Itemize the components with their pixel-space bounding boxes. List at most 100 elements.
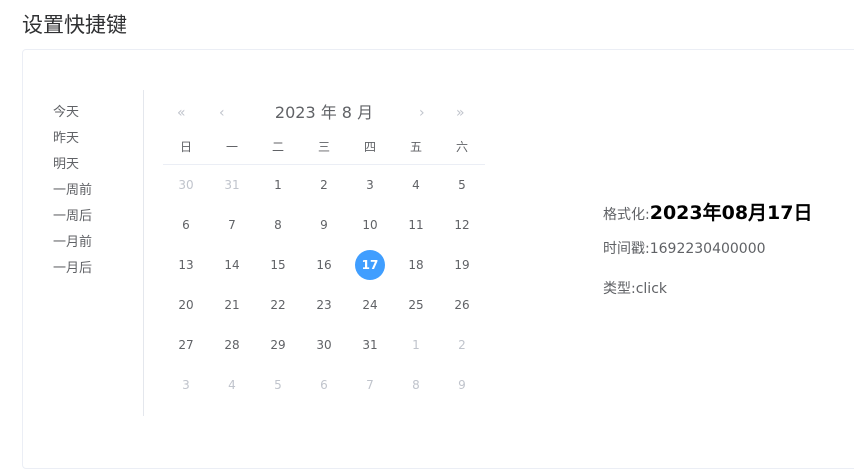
day-number: 11 (408, 218, 424, 232)
day-number: 31 (224, 178, 240, 192)
day-number: 29 (270, 338, 286, 352)
day-number: 3 (366, 178, 374, 192)
calendar-day[interactable]: 30 (163, 165, 209, 205)
shortcut-item[interactable]: 今天 (53, 100, 143, 126)
calendar-day[interactable]: 3 (163, 365, 209, 405)
calendar-day[interactable]: 9 (439, 365, 485, 405)
datepicker-panel: 今天 昨天 明天 一周前 一周后 一月前 一月后 « ‹ 2023 年 8 月 › » 日一… (22, 49, 854, 469)
calendar-day[interactable]: 2 (439, 325, 485, 365)
calendar-day[interactable]: 18 (393, 245, 439, 285)
calendar-day[interactable]: 27 (163, 325, 209, 365)
calendar-day[interactable]: 2 (301, 165, 347, 205)
result-info: 格式化: 2023年08月17日 时间戳: 1692230400000 类型: … (603, 198, 812, 308)
day-number: 6 (320, 378, 328, 392)
day-number: 5 (458, 178, 466, 192)
weekday-label: 五 (409, 140, 422, 154)
calendar-days: 30 31 1 2 3 4 5 6 7 8 9 10 11 12 13 14 15 16 17 18 19 20 21 22 2… (163, 165, 485, 405)
format-value: 2023年08月17日 (649, 202, 813, 224)
weekday-label: 四 (363, 140, 376, 154)
calendar-day[interactable]: 8 (255, 205, 301, 245)
format-label: 格式化: (603, 207, 650, 223)
calendar-day[interactable]: 13 (163, 245, 209, 285)
calendar-day[interactable]: 24 (347, 285, 393, 325)
day-number: 24 (362, 298, 378, 312)
day-number: 19 (454, 258, 470, 272)
calendar-day[interactable]: 15 (255, 245, 301, 285)
calendar-day[interactable]: 5 (439, 165, 485, 205)
day-number: 7 (228, 218, 236, 232)
shortcut-item[interactable]: 明天 (53, 152, 143, 178)
day-number: 12 (454, 218, 470, 232)
calendar-day[interactable]: 14 (209, 245, 255, 285)
calendar-day[interactable]: 4 (393, 165, 439, 205)
weekday-label: 六 (455, 140, 468, 154)
calendar-day[interactable]: 20 (163, 285, 209, 325)
calendar-day[interactable]: 25 (393, 285, 439, 325)
shortcut-item[interactable]: 一月后 (53, 256, 143, 282)
day-number: 2 (458, 338, 466, 352)
day-number: 1 (412, 338, 420, 352)
calendar: « ‹ 2023 年 8 月 › » 日一二三四五六 30 31 1 2 3 4 5 6 7 8 9… (163, 90, 485, 405)
day-number: 13 (178, 258, 194, 272)
day-number: 15 (270, 258, 286, 272)
calendar-day[interactable]: 19 (439, 245, 485, 285)
day-number: 14 (224, 258, 240, 272)
day-number: 4 (412, 178, 420, 192)
day-number: 5 (274, 378, 282, 392)
shortcut-item[interactable]: 一周后 (53, 204, 143, 230)
chevron-right-icon[interactable]: › (419, 102, 425, 124)
calendar-day[interactable]: 31 (209, 165, 255, 205)
shortcut-list: 今天 昨天 明天 一周前 一周后 一月前 一月后 (53, 100, 143, 282)
calendar-day[interactable]: 30 (301, 325, 347, 365)
timestamp-row: 时间戳: 1692230400000 (603, 238, 812, 268)
day-number: 20 (178, 298, 194, 312)
weekday-label: 日 (179, 140, 192, 154)
day-number: 2 (320, 178, 328, 192)
day-number: 30 (178, 178, 194, 192)
calendar-day[interactable]: 22 (255, 285, 301, 325)
calendar-day[interactable]: 10 (347, 205, 393, 245)
calendar-day[interactable]: 7 (209, 205, 255, 245)
type-row: 类型: click (603, 278, 812, 308)
timestamp-value: 1692230400000 (649, 241, 766, 257)
page-title: 设置快捷键 (22, 13, 127, 37)
calendar-day[interactable]: 1 (255, 165, 301, 205)
calendar-day[interactable]: 8 (393, 365, 439, 405)
calendar-day[interactable]: 28 (209, 325, 255, 365)
calendar-day[interactable]: 31 (347, 325, 393, 365)
day-number: 9 (320, 218, 328, 232)
day-number: 1 (274, 178, 282, 192)
day-number: 10 (362, 218, 378, 232)
calendar-day[interactable]: 6 (163, 205, 209, 245)
calendar-header: « ‹ 2023 年 8 月 › » (163, 90, 485, 136)
weekday-label: 二 (271, 140, 284, 154)
calendar-day[interactable]: 11 (393, 205, 439, 245)
calendar-day[interactable]: 7 (347, 365, 393, 405)
calendar-day[interactable]: 5 (255, 365, 301, 405)
calendar-day-selected[interactable]: 17 (347, 245, 393, 285)
calendar-day[interactable]: 9 (301, 205, 347, 245)
calendar-day[interactable]: 4 (209, 365, 255, 405)
day-number: 23 (316, 298, 332, 312)
day-number: 16 (316, 258, 332, 272)
format-row: 格式化: 2023年08月17日 (603, 198, 812, 228)
day-number: 4 (228, 378, 236, 392)
calendar-day[interactable]: 1 (393, 325, 439, 365)
day-number: 27 (178, 338, 194, 352)
calendar-day[interactable]: 3 (347, 165, 393, 205)
shortcut-item[interactable]: 昨天 (53, 126, 143, 152)
calendar-day[interactable]: 23 (301, 285, 347, 325)
double-chevron-right-icon[interactable]: » (456, 102, 465, 124)
calendar-day[interactable]: 21 (209, 285, 255, 325)
calendar-title: 2023 年 8 月 (274, 103, 374, 122)
shortcut-item[interactable]: 一周前 (53, 178, 143, 204)
day-number: 25 (408, 298, 424, 312)
calendar-day[interactable]: 12 (439, 205, 485, 245)
calendar-day[interactable]: 6 (301, 365, 347, 405)
calendar-day[interactable]: 16 (301, 245, 347, 285)
calendar-day[interactable]: 29 (255, 325, 301, 365)
calendar-day[interactable]: 26 (439, 285, 485, 325)
day-number: 6 (182, 218, 190, 232)
day-number: 8 (274, 218, 282, 232)
shortcut-item[interactable]: 一月前 (53, 230, 143, 256)
